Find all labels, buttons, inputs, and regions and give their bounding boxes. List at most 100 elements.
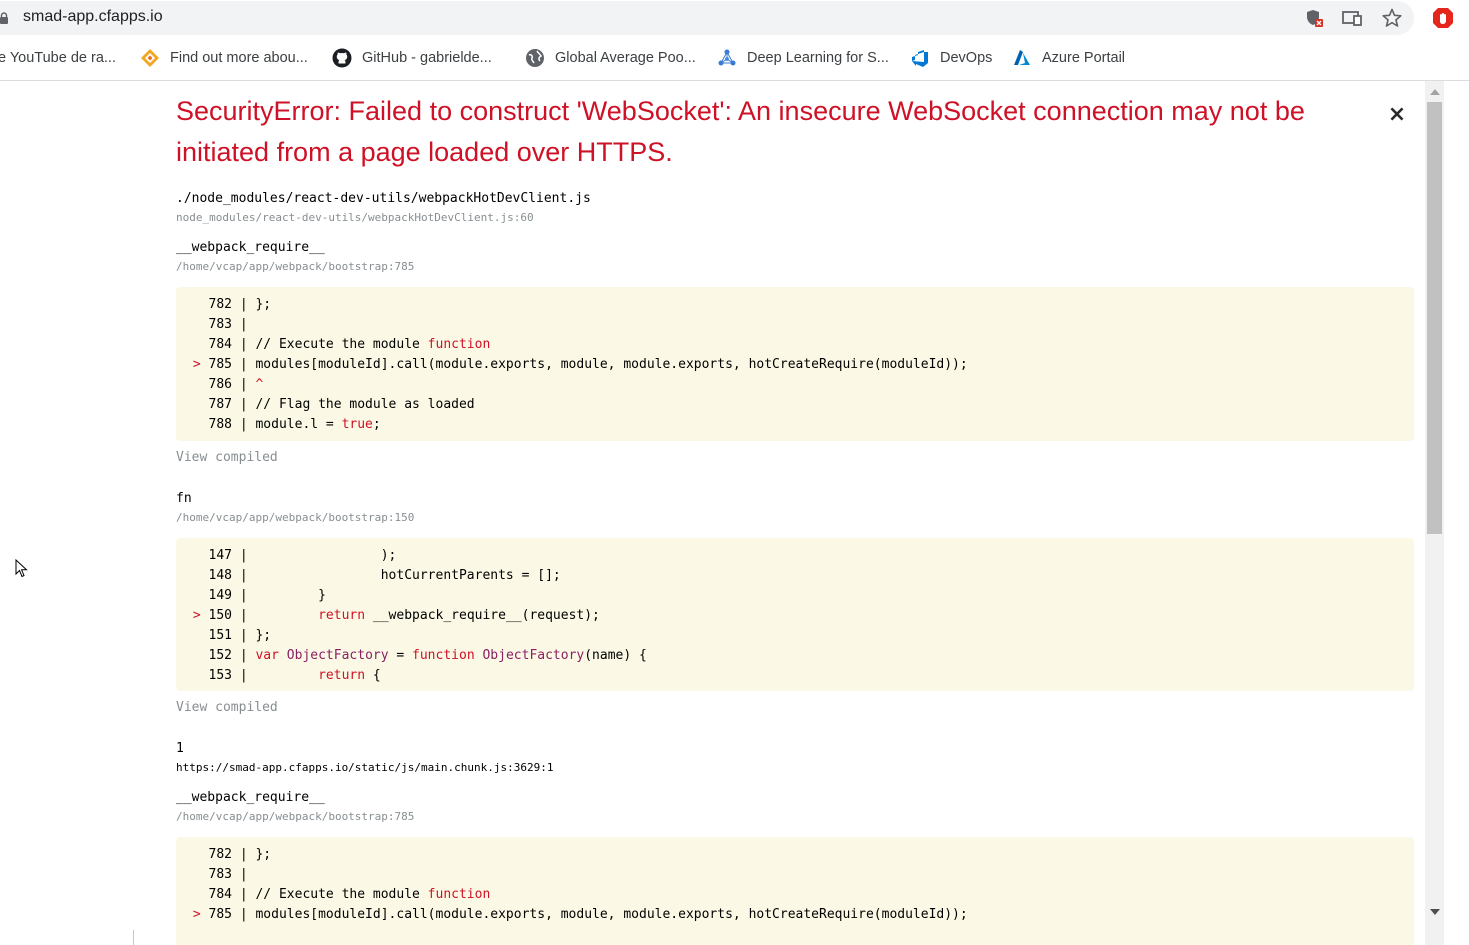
line-number: 152 (208, 648, 232, 663)
lock-icon[interactable] (0, 12, 8, 24)
line-number: 787 (208, 397, 232, 412)
network-logo-icon (717, 48, 737, 68)
code-text: | }; (239, 628, 272, 643)
code-text: | }; (239, 297, 272, 312)
line-number: 788 (208, 417, 232, 432)
line-number: > 785 (192, 357, 232, 372)
code-snippet: 782 | }; 783 | 784 | // Execute the module… (176, 287, 1414, 441)
bookmark-azure[interactable]: Azure Portail (1012, 47, 1125, 69)
scrollbar-thumb[interactable] (1427, 102, 1442, 534)
line-number: 784 (208, 887, 232, 902)
code-line: 151 | }; (176, 626, 272, 646)
bookmark-github[interactable]: GitHub - gabrielde... (332, 47, 492, 69)
error-overlay: SecurityError: Failed to construct 'WebS… (0, 81, 1425, 945)
bookmark-find-out-more[interactable]: Find out more abou... (140, 47, 308, 69)
current-line-marker-icon: > (192, 907, 201, 922)
vertical-scrollbar[interactable] (1425, 81, 1444, 945)
code-line: 147 | ); (176, 546, 397, 566)
code-line-highlighted: > 785 | modules[moduleId].call(module.ex… (176, 355, 968, 375)
stack-frame-name: fn (176, 491, 192, 506)
error-title: SecurityError: Failed to construct 'WebS… (176, 96, 1305, 167)
code-line: 782 | }; (176, 845, 272, 865)
azure-icon (1012, 48, 1032, 68)
stack-frame-name: 1 (176, 741, 184, 756)
current-line-marker-icon: > (192, 357, 201, 372)
view-compiled-link[interactable]: View compiled (176, 450, 278, 465)
code-line: 153 | return { (176, 666, 381, 686)
cast-icon[interactable] (1341, 7, 1363, 29)
stack-frame-location[interactable]: node_modules/react-dev-utils/webpackHotD… (176, 211, 534, 224)
scroll-up-icon[interactable] (1430, 89, 1440, 95)
line-number: 782 (208, 297, 232, 312)
code-line-highlighted: > 785 | modules[moduleId].call(module.ex… (176, 905, 968, 925)
code-line: 783 | (176, 865, 248, 885)
globe-icon (525, 48, 545, 68)
bookmark-label: e YouTube de ra... (0, 50, 116, 66)
code-line: 784 | // Execute the module function (176, 885, 491, 905)
code-text: | } (239, 588, 326, 603)
line-number: 153 (208, 668, 232, 683)
line-number: 786 (208, 377, 232, 392)
code-line: 148 | hotCurrentParents = []; (176, 566, 561, 586)
code-text: | // Execute the module function (239, 337, 491, 352)
line-number: 148 (208, 568, 232, 583)
star-icon[interactable] (1381, 7, 1403, 29)
line-number: 782 (208, 847, 232, 862)
line-number: 783 (208, 867, 232, 882)
code-line: 149 | } (176, 586, 326, 606)
line-number: > 150 (192, 608, 232, 623)
code-line: 152 | var ObjectFactory = function Objec… (176, 646, 647, 666)
code-line: 788 | module.l = true; (176, 415, 381, 435)
bookmark-label: Azure Portail (1042, 50, 1126, 66)
bookmark-label: DevOps (940, 50, 993, 66)
omnibox[interactable] (0, 1, 1414, 35)
bookmark-label: Global Average Poo... (555, 50, 696, 66)
bookmark-youtube[interactable]: e YouTube de ra... (0, 47, 116, 69)
code-line: 786 | ^ (176, 375, 264, 395)
adblock-icon[interactable] (1431, 6, 1455, 30)
close-button[interactable]: × (1387, 103, 1407, 127)
code-snippet: 782 | }; 783 | 784 | // Execute the module… (176, 837, 1414, 945)
stack-frame-location[interactable]: /home/vcap/app/webpack/bootstrap:785 (176, 810, 414, 823)
code-text: | (239, 867, 248, 882)
code-line: 783 | (176, 315, 248, 335)
line-number: > 785 (192, 907, 232, 922)
code-line-highlighted: > 150 | return __webpack_require__(reque… (176, 606, 600, 626)
line-number: 784 (208, 337, 232, 352)
code-text: | return __webpack_require__(request); (239, 608, 600, 623)
code-text: | var ObjectFactory = function ObjectFac… (239, 648, 647, 663)
line-number: 149 (208, 588, 232, 603)
bookmark-deep-learning[interactable]: Deep Learning for S... (717, 47, 889, 69)
stack-frame-location[interactable]: /home/vcap/app/webpack/bootstrap:785 (176, 260, 414, 273)
code-line: 784 | // Execute the module function (176, 335, 491, 355)
code-text: | // Execute the module function (239, 887, 491, 902)
code-text: | ); (239, 548, 397, 563)
stack-frame-name: ./node_modules/react-dev-utils/webpackHo… (176, 191, 591, 206)
code-text: | module.l = true; (239, 417, 381, 432)
view-compiled-link[interactable]: View compiled (176, 700, 278, 715)
code-text: | }; (239, 847, 272, 862)
url-text[interactable]: smad-app.cfapps.io (23, 8, 163, 26)
code-line: 787 | // Flag the module as loaded (176, 395, 475, 415)
line-number: 147 (208, 548, 232, 563)
bookmarks-bar: e YouTube de ra... Find out more abou...… (0, 37, 1469, 81)
bookmark-global-average[interactable]: Global Average Poo... (525, 47, 696, 69)
blocked-shield-icon[interactable] (1303, 7, 1325, 29)
stack-frame-location[interactable]: https://smad-app.cfapps.io/static/js/mai… (176, 761, 554, 774)
bookmark-label: Find out more abou... (170, 50, 308, 66)
bookmark-devops[interactable]: DevOps (910, 47, 992, 69)
stack-frame-location[interactable]: /home/vcap/app/webpack/bootstrap:150 (176, 511, 414, 524)
scroll-down-icon[interactable] (1430, 909, 1440, 915)
line-number: 151 (208, 628, 232, 643)
code-text: | return { (239, 668, 381, 683)
current-line-marker-icon: > (192, 608, 201, 623)
diamond-logo-icon (140, 48, 160, 68)
code-line: 782 | }; (176, 295, 272, 315)
stack-frame-name: __webpack_require__ (176, 790, 325, 805)
divider (133, 930, 134, 945)
github-icon (332, 48, 352, 68)
code-text: | // Flag the module as loaded (239, 397, 475, 412)
bookmark-label: Deep Learning for S... (747, 50, 889, 66)
code-text: | modules[moduleId].call(module.exports,… (239, 357, 968, 372)
code-text: | ^ (239, 377, 264, 392)
